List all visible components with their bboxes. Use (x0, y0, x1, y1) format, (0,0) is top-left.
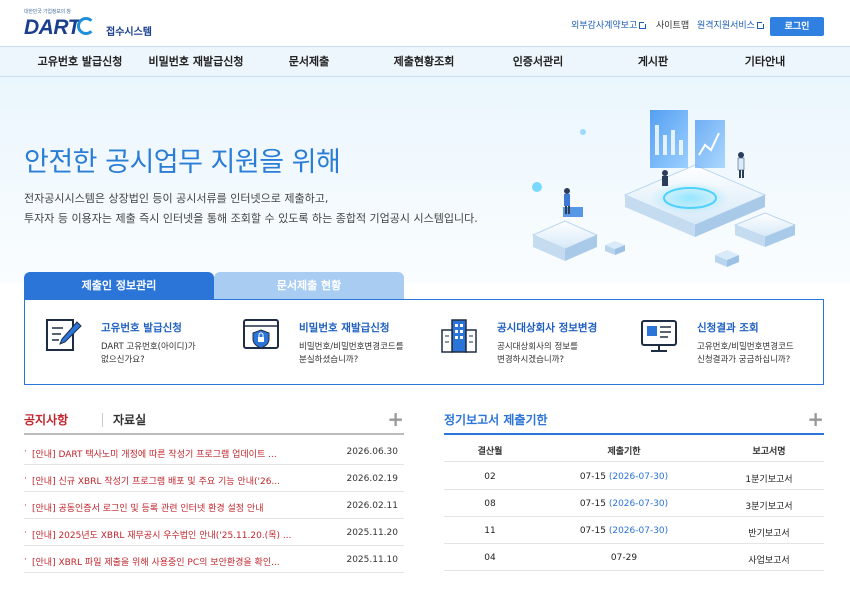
tab-submitter-info[interactable]: 제출인 정보관리 (24, 272, 214, 300)
notice-title[interactable]: [안내] 공동인증서 로그인 및 등록 관련 인터넷 환경 설정 안내 (32, 501, 330, 514)
tab-notice[interactable]: 공지사항 (24, 411, 68, 428)
deadline-row: 11 07-15 (2026-07-30) 반기보고서 (444, 517, 824, 544)
col-header-month: 결산월 (477, 447, 503, 457)
notice-date: 2026.06.30 (346, 447, 398, 457)
col-header-report: 보고서명 (752, 447, 786, 457)
nav-item-other-info[interactable]: 기타안내 (732, 47, 798, 76)
service-title: 공시대상회사 정보변경 (497, 322, 598, 334)
deadline-due: 07-15 (2026-07-30) (579, 526, 669, 536)
service-id-issue[interactable]: 고유번호 발급신청 DART 고유번호(아이디)가 없으신가요? (43, 314, 233, 374)
more-plus-icon[interactable]: + (807, 409, 824, 429)
service-title: 비밀번호 재발급신청 (299, 322, 390, 334)
deadline-title: 정기보고서 제출기한 (444, 413, 548, 427)
notice-item[interactable]: · [안내] 2025년도 XBRL 재무공시 우수법인 안내('25.11.2… (24, 519, 404, 546)
service-desc: 공시대상회사의 정보를 변경하시겠습니까? (497, 342, 578, 365)
nav-item-submission-status[interactable]: 제출현황조회 (380, 47, 468, 76)
deadline-due: 07-15 (2026-07-30) (579, 472, 669, 482)
divider (102, 413, 103, 427)
deadline-month: 08 (484, 499, 496, 509)
service-password-reissue[interactable]: 비밀번호 재발급신청 비밀번호/비밀번호변경코드를 분실하셨습니까? (241, 314, 431, 374)
remote-support-link[interactable]: 원격지원서비스 (697, 18, 765, 31)
bullet-icon: · (24, 501, 27, 511)
deadline-table-header: 결산월 제출기한 보고서명 (444, 435, 824, 462)
service-title: 고유번호 발급신청 (101, 322, 182, 334)
deadline-row: 08 07-15 (2026-07-30) 3분기보고서 (444, 490, 824, 517)
monitor-result-icon (641, 320, 677, 352)
notice-date: 2026.02.11 (346, 501, 398, 511)
notice-title[interactable]: [안내] DART 택사노미 개정에 따른 작성기 프로그램 업데이트 ... (32, 447, 330, 460)
hero-description: 전자공시시스템은 상장법인 등이 공시서류를 인터넷으로 제출하고, 투자자 등… (24, 192, 478, 225)
notice-item[interactable]: · [안내] XBRL 파일 제출을 위해 사용중인 PC의 보안환경을 확인.… (24, 546, 404, 573)
login-button[interactable]: 로그인 (770, 17, 824, 36)
nav-item-id-issue[interactable]: 고유번호 발급신청 (30, 47, 130, 76)
tab-archive[interactable]: 자료실 (113, 411, 146, 428)
services-panel: 고유번호 발급신청 DART 고유번호(아이디)가 없으신가요? 비밀번호 재발… (24, 299, 824, 385)
logo-tagline: 대한민국 기업정보의 창 (24, 9, 71, 15)
notice-date: 2025.11.10 (346, 555, 398, 565)
bullet-icon: · (24, 528, 27, 538)
deadline-due: 07-15 (2026-07-30) (579, 499, 669, 509)
notice-item[interactable]: · [안내] DART 택사노미 개정에 따른 작성기 프로그램 업데이트 ..… (24, 438, 404, 465)
deadline-header: 정기보고서 제출기한 + (444, 409, 824, 435)
service-desc: 고유번호/비밀번호변경코드 신청결과가 궁금하십니까? (697, 342, 794, 365)
service-title: 신청결과 조회 (697, 322, 759, 334)
external-audit-link[interactable]: 외부감사계약보고 (571, 18, 648, 31)
deadline-row: 04 07-29 사업보고서 (444, 544, 824, 571)
isometric-dashboard-illustration (531, 110, 797, 267)
deadline-report: 1분기보고서 (745, 475, 793, 485)
bullet-icon: · (24, 555, 27, 565)
deadline-row: 02 07-15 (2026-07-30) 1분기보고서 (444, 463, 824, 490)
nav-item-certificate[interactable]: 인증서관리 (500, 47, 576, 76)
external-link-icon (756, 21, 765, 29)
col-header-due: 제출기한 (607, 447, 641, 457)
sitemap-link[interactable]: 사이트맵 (656, 18, 689, 31)
deadline-due: 07-29 (610, 553, 638, 563)
notice-title[interactable]: [안내] 2025년도 XBRL 재무공시 우수법인 안내('25.11.20.… (32, 528, 330, 541)
logo-text: DART (24, 16, 80, 39)
deadline-month: 11 (484, 526, 496, 536)
hero-banner: 안전한 공시업무 지원을 위해 전자공시시스템은 상장법인 등이 공시서류를 인… (0, 77, 850, 283)
top-bar: 대한민국 기업정보의 창 DART 접수시스템 외부감사계약보고 사이트맵 원격… (0, 0, 850, 46)
deadline-report: 3분기보고서 (745, 502, 793, 512)
deadline-report: 사업보고서 (748, 556, 790, 566)
nav-item-board[interactable]: 게시판 (626, 47, 680, 76)
service-result-inquiry[interactable]: 신청결과 조회 고유번호/비밀번호변경코드 신청결과가 궁금하십니까? (639, 314, 829, 374)
main-nav: 고유번호 발급신청 비밀번호 재발급신청 문서제출 제출현황조회 인증서관리 게… (0, 46, 850, 77)
bullet-icon: · (24, 447, 27, 457)
logo-subtitle: 접수시스템 (106, 27, 152, 38)
lock-screen-icon (243, 319, 279, 349)
tab-submission-status[interactable]: 문서제출 현황 (214, 272, 404, 300)
service-desc: DART 고유번호(아이디)가 없으신가요? (101, 342, 196, 365)
notice-date: 2025.11.20 (346, 528, 398, 538)
service-desc: 비밀번호/비밀번호변경코드를 분실하셨습니까? (299, 342, 404, 365)
external-link-icon (639, 21, 648, 29)
notice-title[interactable]: [안내] XBRL 파일 제출을 위해 사용중인 PC의 보안환경을 확인... (32, 555, 330, 568)
nav-item-password-reissue[interactable]: 비밀번호 재발급신청 (140, 47, 252, 76)
notice-item[interactable]: · [안내] 공동인증서 로그인 및 등록 관련 인터넷 환경 설정 안내 20… (24, 492, 404, 519)
notice-title[interactable]: [안내] 신규 XBRL 작성기 프로그램 배포 및 주요 기능 안내('26.… (32, 474, 330, 487)
notice-date: 2026.02.19 (346, 474, 398, 484)
service-company-info-change[interactable]: 공시대상회사 정보변경 공시대상회사의 정보를 변경하시겠습니까? (439, 314, 629, 374)
notice-item[interactable]: · [안내] 신규 XBRL 작성기 프로그램 배포 및 주요 기능 안내('2… (24, 465, 404, 492)
deadline-month: 02 (484, 472, 496, 482)
hero-title: 안전한 공시업무 지원을 위해 (24, 147, 341, 178)
notice-header: 공지사항 자료실 + (24, 409, 404, 435)
building-icon (441, 319, 477, 353)
logo-ring-icon (77, 17, 95, 35)
nav-item-document-submit[interactable]: 문서제출 (270, 47, 348, 76)
edit-document-icon (46, 319, 82, 351)
dart-logo[interactable]: 대한민국 기업정보의 창 DART 접수시스템 (24, 8, 184, 40)
deadline-report: 반기보고서 (748, 529, 790, 539)
deadline-month: 04 (484, 553, 496, 563)
bullet-icon: · (24, 474, 27, 484)
more-plus-icon[interactable]: + (387, 409, 404, 429)
